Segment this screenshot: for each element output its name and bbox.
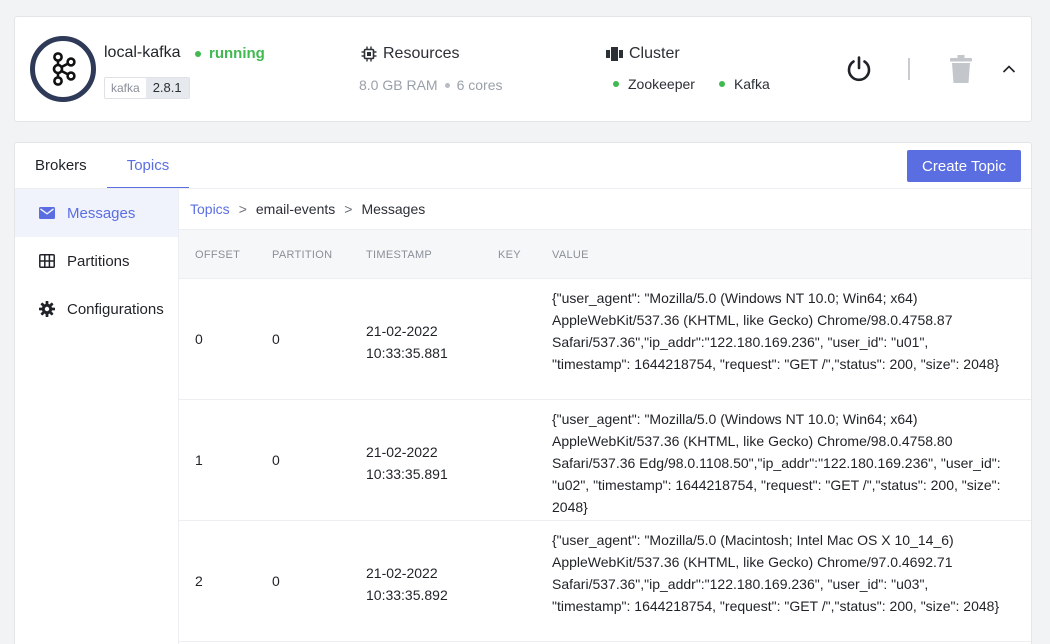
kafka-logo — [30, 36, 96, 102]
create-topic-button[interactable]: Create Topic — [907, 150, 1021, 182]
chip-icon — [361, 46, 377, 62]
sidebar-item-partitions[interactable]: Partitions — [15, 237, 178, 285]
tab-topics[interactable]: Topics — [106, 143, 190, 189]
version-tag: kafka 2.8.1 — [104, 77, 190, 99]
resources-summary: 8.0 GB RAM 6 cores — [359, 77, 503, 93]
sidebar-item-label: Messages — [67, 204, 136, 222]
column-header-value: VALUE — [552, 249, 589, 261]
resources-title-text: Resources — [383, 45, 460, 62]
topics-panel: Brokers Topics Create Topic Messages Par… — [14, 142, 1032, 644]
cell-value: {"user_agent": "Mozilla/5.0 (Windows NT … — [552, 411, 1001, 515]
sidebar-item-label: Configurations — [67, 300, 164, 318]
breadcrumb-separator: > — [344, 201, 353, 217]
service-name: Zookeeper — [628, 76, 695, 92]
grid-icon — [39, 254, 55, 268]
cell-offset: 1 — [195, 452, 203, 468]
instance-name: local-kafka — [104, 44, 181, 61]
messages-view: Topics > email-events > Messages OFFSET … — [179, 189, 1031, 644]
trash-icon — [950, 55, 972, 83]
breadcrumb: Topics > email-events > Messages — [190, 201, 425, 217]
gear-icon — [39, 301, 55, 317]
separator-dot — [444, 82, 450, 88]
service-name: Kafka — [733, 76, 770, 92]
toolbar-divider — [908, 58, 910, 80]
cluster-icon — [606, 47, 623, 61]
tab-bar: Brokers Topics — [15, 143, 190, 189]
cluster-service-kafka: Kafka — [718, 76, 770, 92]
cell-partition: 0 — [272, 331, 280, 347]
status-dot-icon — [195, 50, 201, 57]
envelope-icon — [39, 207, 55, 219]
version-tag-value: 2.8.1 — [145, 78, 189, 98]
column-header-partition: PARTITION — [272, 249, 333, 261]
delete-button[interactable] — [946, 53, 976, 85]
cell-timestamp: 21-02-2022 10:33:35.881 — [366, 323, 448, 361]
topic-sidebar: Messages Partitions Configurations — [15, 189, 179, 644]
status-text: running — [209, 45, 265, 62]
sidebar-item-configurations[interactable]: Configurations — [15, 285, 178, 333]
column-header-key: KEY — [498, 249, 521, 261]
sidebar-item-messages[interactable]: Messages — [15, 189, 178, 237]
cores-value: 6 cores — [456, 77, 503, 93]
cluster-services: Zookeeper Kafka — [613, 76, 794, 92]
cell-timestamp: 21-02-2022 10:33:35.891 — [366, 444, 448, 482]
cell-timestamp: 21-02-2022 10:33:35.892 — [366, 565, 448, 603]
column-header-timestamp: TIMESTAMP — [366, 249, 433, 261]
breadcrumb-topics-link[interactable]: Topics — [190, 201, 230, 217]
cell-value: {"user_agent": "Mozilla/5.0 (Macintosh; … — [552, 532, 1000, 614]
cluster-title-text: Cluster — [629, 45, 680, 62]
resources-title: Resources — [361, 45, 459, 63]
table-row: 2 0 21-02-2022 10:33:35.892 {"user_agent… — [179, 521, 1031, 642]
cell-offset: 0 — [195, 331, 203, 347]
status-badge: running — [195, 45, 265, 62]
ram-value: 8.0 GB RAM — [359, 77, 438, 93]
instance-card: local-kafka running kafka 2.8.1 Resource… — [14, 16, 1032, 122]
chevron-up-icon — [1002, 65, 1016, 73]
kafka-icon — [52, 52, 76, 86]
breadcrumb-separator: > — [238, 201, 247, 217]
cluster-title: Cluster — [606, 45, 680, 63]
version-tag-key: kafka — [105, 78, 146, 98]
table-row: 0 0 21-02-2022 10:33:35.881 {"user_agent… — [179, 279, 1031, 400]
breadcrumb-current: Messages — [361, 201, 426, 217]
cell-partition: 0 — [272, 452, 280, 468]
cell-partition: 0 — [272, 573, 280, 589]
cell-value: {"user_agent": "Mozilla/5.0 (Windows NT … — [552, 290, 1000, 372]
sidebar-item-label: Partitions — [67, 252, 130, 270]
power-button[interactable] — [843, 53, 875, 85]
tab-brokers[interactable]: Brokers — [15, 143, 107, 189]
cluster-service-zookeeper: Zookeeper — [613, 76, 695, 92]
table-row: 1 0 21-02-2022 10:33:35.891 {"user_agent… — [179, 400, 1031, 521]
column-header-offset: OFFSET — [195, 249, 241, 261]
power-icon — [847, 56, 871, 82]
service-status-dot-icon — [613, 81, 619, 87]
service-status-dot-icon — [718, 81, 725, 87]
table-header: OFFSET PARTITION TIMESTAMP KEY VALUE — [179, 229, 1031, 279]
breadcrumb-topic-name: email-events — [255, 201, 336, 217]
cell-offset: 2 — [195, 573, 203, 589]
collapse-button[interactable] — [999, 57, 1019, 81]
